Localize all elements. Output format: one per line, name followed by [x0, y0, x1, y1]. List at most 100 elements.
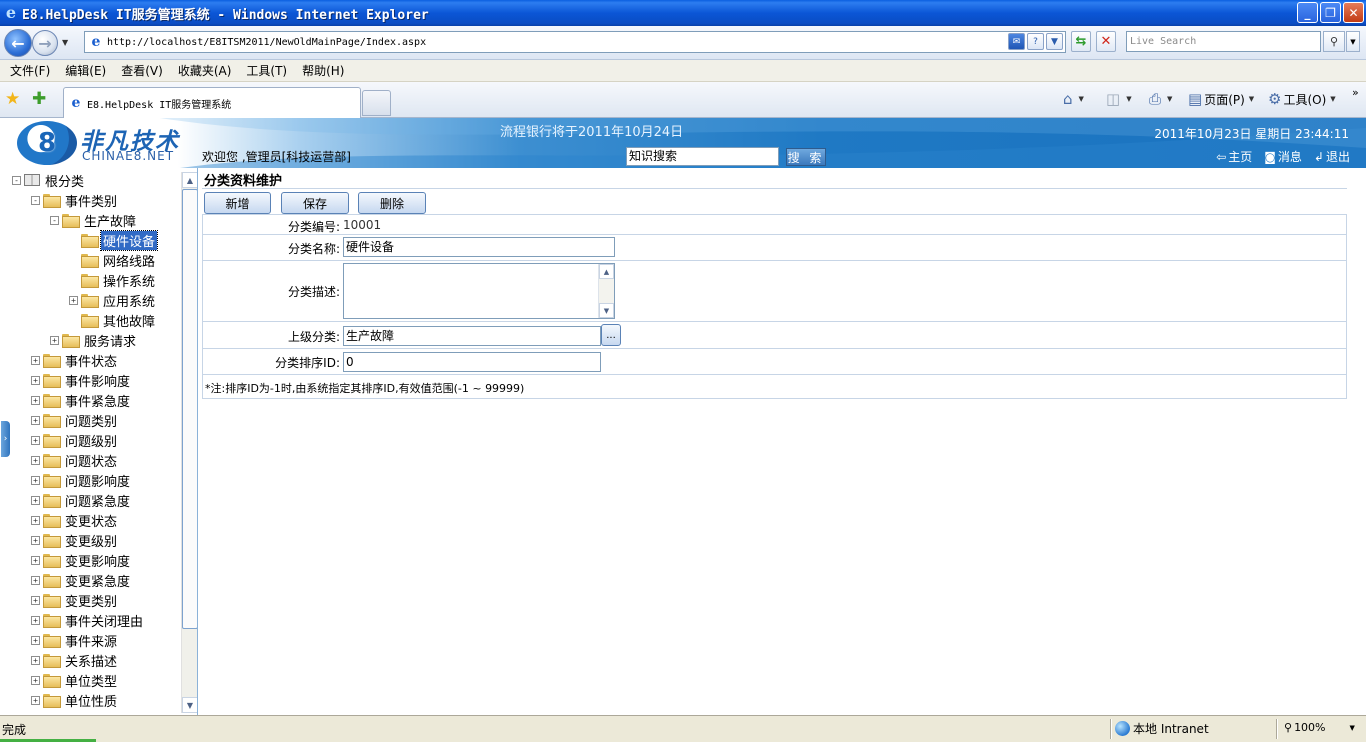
tree-node-label[interactable]: 事件类别: [63, 191, 119, 210]
search-options-icon[interactable]: ▼: [1346, 31, 1360, 52]
tree-node[interactable]: + 应用系统: [69, 290, 157, 310]
tree-node-label[interactable]: 问题级别: [63, 431, 119, 450]
tree-node-label[interactable]: 事件影响度: [63, 371, 132, 390]
menu-view[interactable]: 查看(V): [115, 62, 169, 79]
tree-node[interactable]: 操作系统: [69, 270, 157, 290]
menu-help[interactable]: 帮助(H): [296, 62, 350, 79]
expand-icon[interactable]: +: [31, 415, 40, 425]
sort-input[interactable]: 0: [343, 352, 601, 372]
tree-node[interactable]: + 问题紧急度: [31, 490, 132, 510]
expand-icon[interactable]: +: [31, 395, 40, 405]
security-zone[interactable]: 本地 Intranet: [1115, 720, 1209, 737]
menu-edit[interactable]: 编辑(E): [59, 62, 112, 79]
tree-node[interactable]: + 变更影响度: [31, 550, 132, 570]
tree-node[interactable]: + 变更类别: [31, 590, 119, 610]
parent-picker-button[interactable]: ...: [601, 324, 621, 346]
tree-node-label[interactable]: 变更紧急度: [63, 571, 132, 590]
tree-node[interactable]: - 事件类别: [31, 190, 119, 210]
tree-node[interactable]: + 事件影响度: [31, 370, 132, 390]
tab-helpdesk[interactable]: e E8.HelpDesk IT服务管理系统: [63, 87, 361, 118]
tree-node-label[interactable]: 变更级别: [63, 531, 119, 550]
knowledge-search-input[interactable]: 知识搜索: [626, 147, 779, 166]
expand-icon[interactable]: +: [31, 655, 40, 665]
tree-node[interactable]: + 事件状态: [31, 350, 119, 370]
expand-icon[interactable]: +: [69, 295, 78, 305]
search-button[interactable]: ⚲: [1323, 31, 1345, 52]
tree-node-label[interactable]: 网络线路: [101, 251, 157, 270]
tree-node[interactable]: 其他故障: [69, 310, 157, 330]
add-button[interactable]: 新增: [204, 192, 271, 214]
logout-link[interactable]: ↲ 退出: [1314, 148, 1350, 165]
textarea-scrollbar[interactable]: ▲ ▼: [598, 264, 614, 318]
expand-icon[interactable]: +: [31, 455, 40, 465]
tree-node-label[interactable]: 服务请求: [82, 331, 138, 350]
knowledge-search-button[interactable]: 搜 索: [786, 148, 826, 166]
home-command[interactable]: ⌂ ▼: [1063, 90, 1084, 108]
tree-node[interactable]: + 单位类型: [31, 670, 119, 690]
tree-node-label[interactable]: 问题影响度: [63, 471, 132, 490]
live-search-input[interactable]: Live Search: [1126, 31, 1321, 52]
tree-node-label[interactable]: 变更影响度: [63, 551, 132, 570]
tree-node[interactable]: + 变更紧急度: [31, 570, 132, 590]
expand-icon[interactable]: +: [31, 535, 40, 545]
print-command[interactable]: ⎙ ▼: [1149, 90, 1172, 108]
scrollbar-thumb[interactable]: [182, 189, 197, 629]
collapse-icon[interactable]: -: [31, 195, 40, 205]
scroll-up-icon[interactable]: ▲: [182, 172, 197, 188]
page-command[interactable]: ▤ 页面(P) ▼: [1188, 90, 1254, 108]
expand-icon[interactable]: +: [31, 355, 40, 365]
announcement-marquee[interactable]: 流程银行将于2011年10月24日: [500, 121, 683, 140]
expand-icon[interactable]: +: [31, 375, 40, 385]
tree-node[interactable]: + 变更级别: [31, 530, 119, 550]
tree-node-label[interactable]: 单位类型: [63, 671, 119, 690]
menu-favorites[interactable]: 收藏夹(A): [172, 62, 238, 79]
expand-icon[interactable]: +: [31, 695, 40, 705]
menu-tools[interactable]: 工具(T): [240, 62, 293, 79]
tree-node-label[interactable]: 硬件设备: [99, 229, 159, 251]
expand-icon[interactable]: +: [31, 475, 40, 485]
tree-scrollbar[interactable]: ▲ ▼: [181, 172, 197, 713]
parent-input[interactable]: 生产故障: [343, 326, 601, 346]
tree-node-label[interactable]: 问题紧急度: [63, 491, 132, 510]
tree-node-label[interactable]: 变更状态: [63, 511, 119, 530]
more-commands-icon[interactable]: »: [1352, 86, 1359, 99]
messages-link[interactable]: ◙ 消息: [1264, 148, 1302, 165]
zoom-control[interactable]: ⚲ 100% ▼: [1284, 721, 1355, 734]
tree-node-label[interactable]: 生产故障: [82, 211, 138, 230]
tree-node-label[interactable]: 事件紧急度: [63, 391, 132, 410]
tree-node-label[interactable]: 其他故障: [101, 311, 157, 330]
tree-node[interactable]: + 变更状态: [31, 510, 119, 530]
tree-node[interactable]: 硬件设备: [69, 229, 159, 251]
tree-node[interactable]: + 事件紧急度: [31, 390, 132, 410]
refresh-button[interactable]: ⇆: [1071, 31, 1091, 52]
tree-node[interactable]: + 服务请求: [50, 330, 138, 350]
tree-node[interactable]: + 事件关闭理由: [31, 610, 145, 630]
tree-node-label[interactable]: 事件来源: [63, 631, 119, 650]
tree-node[interactable]: + 问题类别: [31, 410, 119, 430]
tree-node[interactable]: + 单位性质: [31, 690, 119, 710]
back-button[interactable]: ←: [4, 29, 32, 57]
tree-node-label[interactable]: 问题类别: [63, 411, 119, 430]
collapse-icon[interactable]: -: [50, 215, 59, 225]
feeds-command[interactable]: ◫ ▼: [1106, 90, 1132, 108]
tree-node[interactable]: + 问题影响度: [31, 470, 132, 490]
name-input[interactable]: 硬件设备: [343, 237, 615, 257]
scroll-down-icon[interactable]: ▼: [182, 697, 197, 713]
tree-node-label[interactable]: 关系描述: [63, 651, 119, 670]
address-dropdown-icon[interactable]: ▼: [1046, 33, 1063, 50]
tree-node-label[interactable]: 单位性质: [63, 691, 119, 710]
tree-node-label[interactable]: 应用系统: [101, 291, 157, 310]
expand-icon[interactable]: +: [31, 495, 40, 505]
save-button[interactable]: 保存: [281, 192, 349, 214]
security-icon[interactable]: ?: [1027, 33, 1044, 50]
expand-icon[interactable]: +: [31, 615, 40, 625]
tree-node-label[interactable]: 事件关闭理由: [63, 611, 145, 630]
tree-node[interactable]: - 根分类: [12, 170, 86, 190]
expand-icon[interactable]: +: [31, 555, 40, 565]
expand-icon[interactable]: +: [31, 675, 40, 685]
tree-node[interactable]: + 关系描述: [31, 650, 119, 670]
tree-node[interactable]: - 生产故障: [50, 210, 138, 230]
maximize-button[interactable]: ❐: [1320, 2, 1341, 23]
expand-icon[interactable]: +: [31, 435, 40, 445]
menu-file[interactable]: 文件(F): [4, 62, 56, 79]
